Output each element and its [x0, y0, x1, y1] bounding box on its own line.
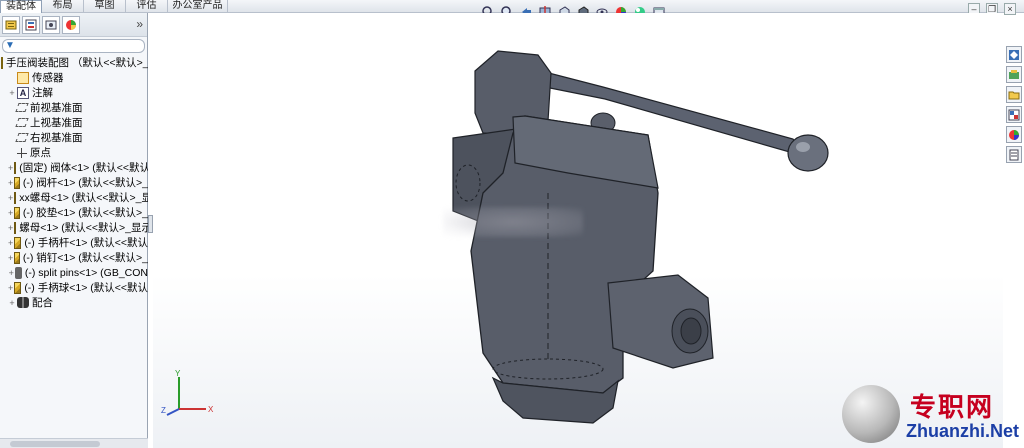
tab-layout[interactable]: 布局: [42, 0, 84, 13]
tree-item-right-plane[interactable]: 右视基准面: [0, 130, 148, 145]
expander[interactable]: +: [8, 268, 14, 278]
tree-item-label: 右视基准面: [30, 132, 83, 144]
assembly-icon: [1, 56, 3, 69]
tree-item-label: (固定) 阀体<1> (默认<<默认: [19, 162, 148, 174]
reference-triad: Y X Z: [161, 369, 214, 416]
filter-icon: ▼: [5, 40, 15, 51]
soccer-ball-logo-icon: [842, 385, 900, 443]
file-explorer-icon[interactable]: [1006, 86, 1022, 103]
plane-icon: [15, 133, 29, 142]
tree-item-xx-nut[interactable]: + xx螺母<1> (默认<<默认>_显: [0, 190, 148, 205]
watermark-logo: 专职网 Zhuanzhi.Net: [840, 383, 1024, 448]
part-icon: [14, 221, 17, 234]
part-icon: [14, 206, 20, 219]
tree-item-front-plane[interactable]: 前视基准面: [0, 100, 148, 115]
expander[interactable]: +: [8, 253, 13, 263]
feature-manager-pane: » ▼ 手压阀装配图 （默认<<默认>_多 传感器 + A 注解 前视基准面 上…: [0, 13, 148, 448]
triad-y-label: Y: [175, 369, 181, 378]
appearances-icon[interactable]: [1006, 126, 1022, 143]
tree-item-label: (-) 手柄杆<1> (默认<<默认: [24, 237, 148, 249]
tree-item-label: 原点: [30, 147, 51, 159]
expander[interactable]: +: [8, 223, 13, 233]
tree-item-label: (-) 手柄球<1> (默认<<默认: [24, 282, 148, 294]
tree-item-label: (-) 阀杆<1> (默认<<默认>_: [22, 177, 148, 189]
tree-item-gasket[interactable]: + (-) 胶垫<1> (默认<<默认>_: [0, 205, 148, 220]
part-icon: [14, 176, 20, 189]
part-icon: [14, 236, 22, 249]
mates-icon: [17, 297, 29, 308]
origin-icon: [17, 147, 27, 158]
tree-item-label: 前视基准面: [30, 102, 83, 114]
tree-item-valve-stem[interactable]: + (-) 阀杆<1> (默认<<默认>_: [0, 175, 148, 190]
handle-ball-part: [787, 134, 829, 172]
tree-item-label: 配合: [32, 297, 53, 309]
tree-item-label: xx螺母<1> (默认<<默认>_显: [19, 192, 148, 204]
tree-item-label: (-) 销钉<1> (默认<<默认>_: [22, 252, 148, 264]
expander[interactable]: +: [8, 208, 13, 218]
plane-icon: [15, 118, 29, 127]
task-pane-tabs: [1006, 46, 1022, 163]
custom-properties-icon[interactable]: [1006, 146, 1022, 163]
tree-item-label: (-) 胶垫<1> (默认<<默认>_: [22, 207, 148, 219]
watermark-english-text: Zhuanzhi.Net: [906, 421, 1019, 441]
handle-ball-highlight: [796, 142, 810, 152]
feature-filter-input[interactable]: ▼: [2, 39, 145, 53]
tree-item-top-plane[interactable]: 上视基准面: [0, 115, 148, 130]
tab-assembly[interactable]: 装配体: [0, 0, 42, 13]
annotation-icon: A: [17, 86, 29, 99]
tree-item-label: 传感器: [32, 72, 64, 84]
configuration-manager-icon[interactable]: [42, 15, 60, 34]
view-palette-icon[interactable]: [1006, 106, 1022, 123]
tree-item-pin[interactable]: + (-) 销钉<1> (默认<<默认>_: [0, 250, 148, 265]
close-button[interactable]: ×: [1004, 3, 1016, 15]
feature-manager-icon[interactable]: [2, 15, 20, 34]
tree-item-label: 手压阀装配图 （默认<<默认>_多: [6, 57, 148, 69]
expander[interactable]: +: [8, 298, 16, 308]
part-icon: [14, 161, 17, 174]
tree-item-sensors[interactable]: 传感器: [0, 70, 148, 85]
tree-item-label: 注解: [32, 87, 53, 99]
tab-evaluate[interactable]: 评估: [126, 0, 168, 13]
property-manager-icon[interactable]: [22, 15, 40, 34]
triad-x-label: X: [208, 405, 214, 414]
watermark-chinese-text: 专职网: [910, 393, 995, 423]
tree-item-handle-ball[interactable]: + (-) 手柄球<1> (默认<<默认: [0, 280, 148, 295]
display-manager-icon[interactable]: [62, 15, 80, 34]
manager-tabs: [0, 13, 147, 37]
part-icon: [14, 191, 17, 204]
more-tabs-chevron-icon[interactable]: »: [136, 17, 143, 31]
toolbox-part-icon: [15, 266, 22, 279]
part-icon: [14, 281, 22, 294]
design-library-icon[interactable]: [1006, 66, 1022, 83]
tree-item-valve-body[interactable]: + (固定) 阀体<1> (默认<<默认: [0, 160, 148, 175]
triad-z-label: Z: [161, 406, 166, 415]
tree-item-handle-rod[interactable]: + (-) 手柄杆<1> (默认<<默认: [0, 235, 148, 250]
tree-item-origin[interactable]: 原点: [0, 145, 148, 160]
outlet-bore-inner: [680, 317, 702, 345]
expander[interactable]: +: [8, 163, 13, 173]
tree-item-label: 螺母<1> (默认<<默认>_显示: [19, 222, 148, 234]
part-icon: [14, 251, 20, 264]
expander[interactable]: +: [8, 178, 13, 188]
scrollbar-thumb[interactable]: [10, 441, 100, 447]
expander[interactable]: +: [8, 283, 13, 293]
expander[interactable]: +: [8, 238, 13, 248]
tree-item-mates[interactable]: + 配合: [0, 295, 148, 310]
expander[interactable]: +: [8, 193, 13, 203]
tree-item-assembly[interactable]: 手压阀装配图 （默认<<默认>_多: [0, 55, 148, 70]
sensor-icon: [17, 71, 29, 84]
tree-item-label: 上视基准面: [30, 117, 83, 129]
blurred-overlay: [443, 207, 583, 237]
tree-item-nut[interactable]: + 螺母<1> (默认<<默认>_显示: [0, 220, 148, 235]
expander[interactable]: +: [8, 88, 16, 98]
tree-item-annotations[interactable]: + A 注解: [0, 85, 148, 100]
horizontal-scrollbar[interactable]: [0, 438, 148, 448]
plane-icon: [15, 103, 29, 112]
tab-sketch[interactable]: 草图: [84, 0, 126, 13]
solidworks-resources-icon[interactable]: [1006, 46, 1022, 63]
tree-item-split-pins[interactable]: + (-) split pins<1> (GB_CON: [0, 265, 148, 280]
tree-item-label: (-) split pins<1> (GB_CON: [24, 266, 148, 279]
tab-office-products[interactable]: 办公室产品: [168, 0, 228, 13]
